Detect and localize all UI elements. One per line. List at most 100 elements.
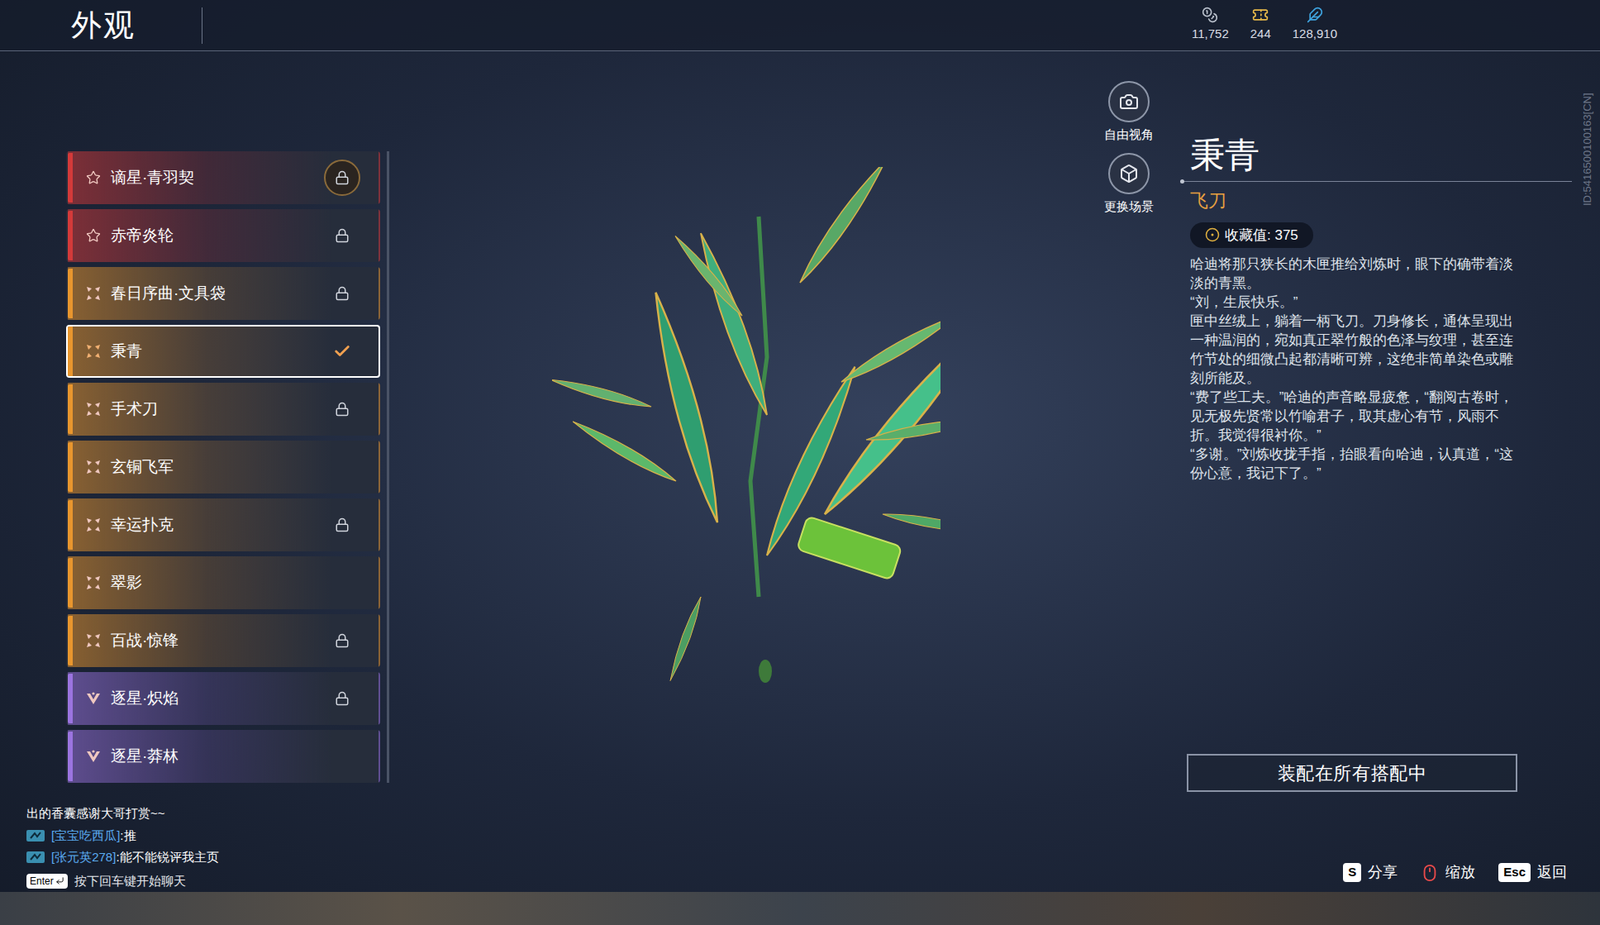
account-id: ID:5416500100163[CN] xyxy=(1578,76,1596,223)
chat-badge-icon xyxy=(26,829,45,842)
lock-icon xyxy=(334,633,350,648)
chat-text: :推 xyxy=(119,828,136,843)
appearance-list: 谪星·青羽契赤帝炎轮春日序曲·文具袋秉青手术刀玄铜飞军幸运扑克翠影百战·惊锋逐星… xyxy=(66,151,381,783)
appearance-name: 幸运扑克 xyxy=(110,513,174,538)
item-description: 哈迪将那只狭长的木匣推给刘炼时，眼下的确带着淡淡的青黑。“刘，生辰快乐。”匣中丝… xyxy=(1180,254,1521,483)
flower-icon xyxy=(85,285,101,301)
appearance-name: 逐星·炽焰 xyxy=(110,686,179,711)
check-icon xyxy=(333,342,352,361)
detail-panel: 秉青飞刀收藏值: 375哈迪将那只狭长的木匣推给刘炼时，眼下的确带着淡淡的青黑。… xyxy=(1180,51,1600,892)
collection-icon xyxy=(1204,227,1220,243)
chat-text: :能不能锐评我主页 xyxy=(115,849,219,864)
rarity-bar xyxy=(67,268,73,319)
chat-hint[interactable]: Enter按下回车键开始聊天 xyxy=(26,871,397,891)
rarity-bar xyxy=(67,557,73,608)
title-line xyxy=(1180,180,1572,182)
currency-icon xyxy=(1201,6,1219,24)
shortcut[interactable]: Esc返回 xyxy=(1498,861,1567,884)
rarity-bar xyxy=(67,731,73,781)
flower-icon xyxy=(85,575,101,591)
star-icon xyxy=(85,228,101,243)
view-button[interactable]: 自由视角 xyxy=(1104,80,1154,145)
currency-amount: 11,752 xyxy=(1191,24,1229,44)
chevron-icon xyxy=(85,690,101,706)
lock-icon xyxy=(334,517,350,533)
currency-amount: 244 xyxy=(1250,24,1272,44)
scene-strip xyxy=(0,891,1600,925)
flower-icon xyxy=(85,343,101,359)
rarity-bar xyxy=(67,615,73,666)
rarity-bar xyxy=(67,326,73,377)
shortcut-key: Esc xyxy=(1498,862,1531,882)
flower-icon xyxy=(85,517,101,533)
appearance-item[interactable]: 玄铜飞军 xyxy=(66,440,381,494)
appearance-item[interactable]: 百战·惊锋 xyxy=(66,614,381,667)
appearance-name: 玄铜飞军 xyxy=(110,455,174,480)
appearance-name: 翠影 xyxy=(110,571,143,596)
currencies: 11,752 244 128,910 xyxy=(1191,6,1338,44)
rarity-bar xyxy=(67,500,73,550)
chat-message: 出的香囊感谢大哥打赏~~ xyxy=(26,804,397,824)
appearance-item[interactable]: 谪星·青羽契 xyxy=(66,151,381,205)
appearance-item[interactable]: 手术刀 xyxy=(66,382,381,436)
chat-message: [宝宝吃西瓜]:推 xyxy=(26,826,397,846)
appearance-item[interactable]: 逐星·莽林 xyxy=(66,729,381,783)
scene-icon xyxy=(1119,163,1139,184)
equip-button[interactable]: 装配在所有搭配中 xyxy=(1186,753,1518,792)
chat: 出的香囊感谢大哥打赏~~[宝宝吃西瓜]:推[张元英278]:能不能锐评我主页En… xyxy=(26,804,397,891)
appearance-name: 春日序曲·文具袋 xyxy=(110,281,226,306)
scrollbar[interactable] xyxy=(386,151,390,783)
appearance-name: 谪星·青羽契 xyxy=(110,166,195,191)
rarity-bar xyxy=(67,210,73,261)
chat-text: 出的香囊感谢大哥打赏~~ xyxy=(26,805,166,820)
currency-icon xyxy=(1306,6,1324,24)
camera-icon xyxy=(1119,91,1139,112)
appearance-name: 秉青 xyxy=(110,339,143,364)
rarity-bar xyxy=(67,673,73,724)
item-type: 飞刀 xyxy=(1180,186,1600,215)
appearance-screen: 外观 11,752 244 128,910 ID:5416500100163[CN] 谪星… xyxy=(0,0,1600,925)
appearance-item[interactable]: 秉青 xyxy=(66,324,381,378)
appearance-item[interactable]: 逐星·炽焰 xyxy=(66,671,381,725)
item-name: 秉青 xyxy=(1180,133,1600,178)
currency-amount: 128,910 xyxy=(1292,24,1338,44)
rarity-bar xyxy=(67,384,73,434)
model-viewport[interactable] xyxy=(396,51,1096,892)
appearance-name: 逐星·莽林 xyxy=(110,744,179,769)
currency: 11,752 xyxy=(1191,6,1229,44)
currency-icon xyxy=(1252,6,1269,24)
appearance-item[interactable]: 幸运扑克 xyxy=(66,498,381,552)
chevron-icon xyxy=(85,748,101,764)
chat-message: [张元英278]:能不能锐评我主页 xyxy=(26,847,397,867)
chat-user[interactable]: [张元英278] xyxy=(51,849,116,864)
appearance-name: 百战·惊锋 xyxy=(110,628,179,653)
weapon-model[interactable] xyxy=(552,166,941,696)
title-divider xyxy=(201,7,203,44)
flower-icon xyxy=(85,459,101,475)
mouse-icon xyxy=(1420,863,1439,882)
flower-icon xyxy=(85,401,101,417)
lock-icon xyxy=(334,401,350,417)
shortcut[interactable]: S分享 xyxy=(1342,861,1398,884)
appearance-name: 手术刀 xyxy=(110,397,158,422)
page-title: 外观 xyxy=(71,9,136,41)
appearance-item[interactable]: 翠影 xyxy=(66,556,381,610)
flower-icon xyxy=(85,633,101,648)
top-bar: 外观 11,752 244 128,910 xyxy=(0,0,1600,52)
enter-key: Enter xyxy=(26,873,68,889)
shortcut[interactable]: 缩放 xyxy=(1420,861,1476,884)
star-icon xyxy=(85,170,101,186)
appearance-item[interactable]: 赤帝炎轮 xyxy=(66,209,381,262)
appearance-item[interactable]: 春日序曲·文具袋 xyxy=(66,266,381,320)
left-column: 谪星·青羽契赤帝炎轮春日序曲·文具袋秉青手术刀玄铜飞军幸运扑克翠影百战·惊锋逐星… xyxy=(0,51,397,892)
view-buttons: 自由视角更换场景 xyxy=(1095,51,1162,892)
chat-user[interactable]: [宝宝吃西瓜] xyxy=(51,828,120,843)
return-icon xyxy=(55,876,65,886)
lock-icon xyxy=(334,228,350,243)
shortcut-bar: S分享缩放 Esc返回 xyxy=(1180,861,1567,884)
appearance-name: 赤帝炎轮 xyxy=(110,223,174,248)
shortcut-key: S xyxy=(1342,862,1362,882)
currency: 128,910 xyxy=(1292,6,1338,44)
view-button[interactable]: 更换场景 xyxy=(1104,152,1154,217)
chat-badge-icon xyxy=(26,851,45,863)
